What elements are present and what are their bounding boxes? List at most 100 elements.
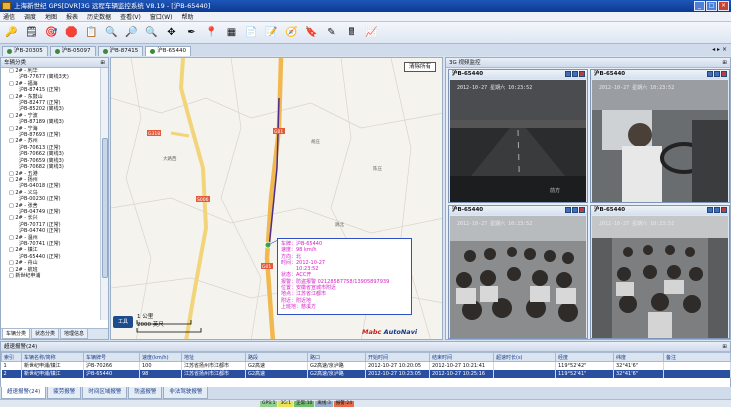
menu-view[interactable]: 查看(V)	[120, 12, 141, 21]
login-icon[interactable]: 🔑	[3, 24, 20, 41]
tab-vehicle-2[interactable]: 沪B-05097	[49, 46, 96, 56]
table-cell	[493, 361, 556, 370]
status-normal: 正常:10	[294, 400, 315, 407]
tab-overspeed[interactable]: 超速报警(24)	[1, 387, 47, 399]
menu-report[interactable]: 报表	[66, 12, 78, 21]
pin-icon[interactable]: ⊞	[722, 58, 727, 68]
snapshot-icon[interactable]	[565, 71, 571, 77]
column-header[interactable]: 开始时间	[365, 352, 430, 362]
video-cell-1[interactable]: 沪B-65440 前方 2012-10-27 星期六 10:23:52	[448, 69, 588, 203]
place-label: 跳北	[335, 221, 344, 228]
vehicle-tree[interactable]: □ 2# - 利华 沪B-77677 (离线3天) □ 2# - 福海 沪B-8741…	[1, 68, 101, 320]
column-header[interactable]: 路段	[245, 352, 308, 362]
scroll-thumb[interactable]	[102, 138, 108, 278]
title-bar: 上海新世纪 GPS[DVR]3G 远程车辆监控系统 V8.19 - [沪B-65…	[0, 0, 731, 12]
column-header[interactable]: 地址	[181, 352, 246, 362]
column-header[interactable]: 经度	[555, 352, 614, 362]
clear-all-button[interactable]: 清除所有	[403, 62, 436, 72]
stop-video-icon[interactable]	[579, 71, 585, 77]
stop-video-icon[interactable]	[579, 207, 585, 213]
tree-scrollbar[interactable]	[100, 68, 108, 320]
bookmark-icon[interactable]: 🔖	[303, 24, 320, 41]
video-timestamp: 2012-10-27 星期六 10:23:52	[457, 221, 533, 227]
table-cell: 2012-10-27 10:21:41	[429, 361, 494, 370]
snapshot-icon[interactable]	[707, 71, 713, 77]
stop-video-icon[interactable]	[721, 207, 727, 213]
document-icon[interactable]: 📄	[243, 24, 260, 41]
menu-help[interactable]: 帮助	[182, 12, 194, 21]
stop-video-icon[interactable]	[721, 71, 727, 77]
zoom-in-icon[interactable]: 🔍	[103, 24, 120, 41]
pin-icon[interactable]: ⊞	[722, 342, 727, 352]
search-icon[interactable]: 🔍	[143, 24, 160, 41]
zoom-out-icon[interactable]: 🔎	[123, 24, 140, 41]
note-icon[interactable]: 🗒	[23, 24, 40, 41]
column-header[interactable]: 速度(km/h)	[139, 352, 182, 362]
menu-map[interactable]: 地图	[45, 12, 57, 21]
tab-vehicle-3[interactable]: 沪B-87415	[97, 46, 144, 56]
vehicle-status-icon	[54, 49, 60, 54]
record-icon[interactable]	[714, 71, 720, 77]
menu-comm[interactable]: 通信	[3, 12, 15, 21]
maximize-button[interactable]: □	[706, 1, 717, 11]
column-header[interactable]: 车辆名称/简称	[21, 352, 84, 362]
minimize-button[interactable]: _	[694, 1, 705, 11]
table-cell: 江苏省扬州市江都市	[181, 369, 246, 378]
stop-icon[interactable]: 🛑	[63, 24, 80, 41]
record-icon[interactable]	[572, 71, 578, 77]
column-header[interactable]: 结束时间	[429, 352, 494, 362]
map-tool-button[interactable]: 工具	[113, 316, 133, 328]
table-cell	[663, 361, 731, 370]
compass-icon[interactable]: 🧭	[283, 24, 300, 41]
tab-illegal-driving[interactable]: 非法驾驶报警	[163, 387, 209, 399]
menu-window[interactable]: 窗口(W)	[150, 12, 173, 21]
tab-status-category[interactable]: 状态分类	[31, 329, 60, 339]
tree-group[interactable]: □ 新世纪申浦	[3, 273, 101, 279]
place-label: 大路西	[163, 155, 177, 162]
close-tab-icon[interactable]: ◂ ▸ ×	[712, 46, 727, 53]
column-header[interactable]: 备注	[663, 352, 731, 362]
target-icon[interactable]: 🎯	[43, 24, 60, 41]
column-header[interactable]: 路口	[307, 352, 366, 362]
pin-icon[interactable]: 📍	[203, 24, 220, 41]
pan-icon[interactable]: ✥	[163, 24, 180, 41]
video-cell-3[interactable]: 沪B-65440 2012-10-27 星期六 10:23:52	[448, 205, 588, 339]
tab-fatigue[interactable]: 疲劳报警	[47, 387, 82, 399]
column-header[interactable]: 索引	[1, 352, 22, 362]
record-icon[interactable]	[572, 207, 578, 213]
tab-time-area[interactable]: 时间区域报警	[82, 387, 128, 399]
tab-vehicle-4[interactable]: 沪B-65440	[145, 46, 192, 56]
table-cell: 119°52'42"	[555, 361, 614, 370]
clipboard-icon[interactable]: 📋	[83, 24, 100, 41]
table-cell: G2高速	[245, 361, 308, 370]
table-row[interactable]: 2 新世纪申浦/镇江 沪B-65440 98 江苏省扬州市江都市 G2高速 G2高速/京泸路…	[1, 369, 731, 378]
column-header[interactable]: 车辆牌号	[83, 352, 140, 362]
measure-icon[interactable]: ✒	[183, 24, 200, 41]
snapshot-icon[interactable]	[707, 207, 713, 213]
video-cell-4[interactable]: 沪B-65440 2012-10-27 星期六 10:23:52	[590, 205, 730, 339]
pencil-icon[interactable]: ✎	[323, 24, 340, 41]
snapshot-icon[interactable]	[565, 207, 571, 213]
video-cell-2[interactable]: 沪B-65440 2012-10-27 星期六 10:23:52	[590, 69, 730, 203]
close-button[interactable]: ×	[718, 1, 729, 11]
menu-history[interactable]: 历史数据	[87, 12, 111, 21]
menu-dispatch[interactable]: 调度	[24, 12, 36, 21]
place-label: 胡庄	[311, 138, 320, 145]
table-row[interactable]: 1 新世纪申浦/镇江 沪B-70266 100 江苏省扬州市江都市 G2高速 G2高速/京泸…	[1, 361, 731, 370]
road-label: G01	[274, 129, 283, 135]
pin-icon[interactable]: ⊞	[100, 58, 105, 68]
calculator-icon[interactable]: 🖩	[343, 24, 360, 41]
column-header[interactable]: 超速时长(s)	[493, 352, 556, 362]
edit-icon[interactable]: 📝	[263, 24, 280, 41]
grid-icon[interactable]: ▦	[223, 24, 240, 41]
map-panel[interactable]: G318 S006 G01 G01 大路西 胡庄 陈庄 跳北 清除所有 1 公里…	[110, 57, 443, 340]
column-header[interactable]: 纬度	[613, 352, 664, 362]
tab-vehicle-1[interactable]: 沪B-20305	[2, 46, 48, 56]
table-cell: 32°41'6"	[613, 369, 664, 378]
tab-vehicle-category[interactable]: 车辆分类	[2, 329, 31, 339]
table-cell: 沪B-65440	[83, 369, 140, 378]
tab-geo-info[interactable]: 地理信息	[60, 329, 89, 339]
tab-antitheft[interactable]: 防盗报警	[128, 387, 163, 399]
record-icon[interactable]	[714, 207, 720, 213]
chart-icon[interactable]: 📈	[363, 24, 380, 41]
